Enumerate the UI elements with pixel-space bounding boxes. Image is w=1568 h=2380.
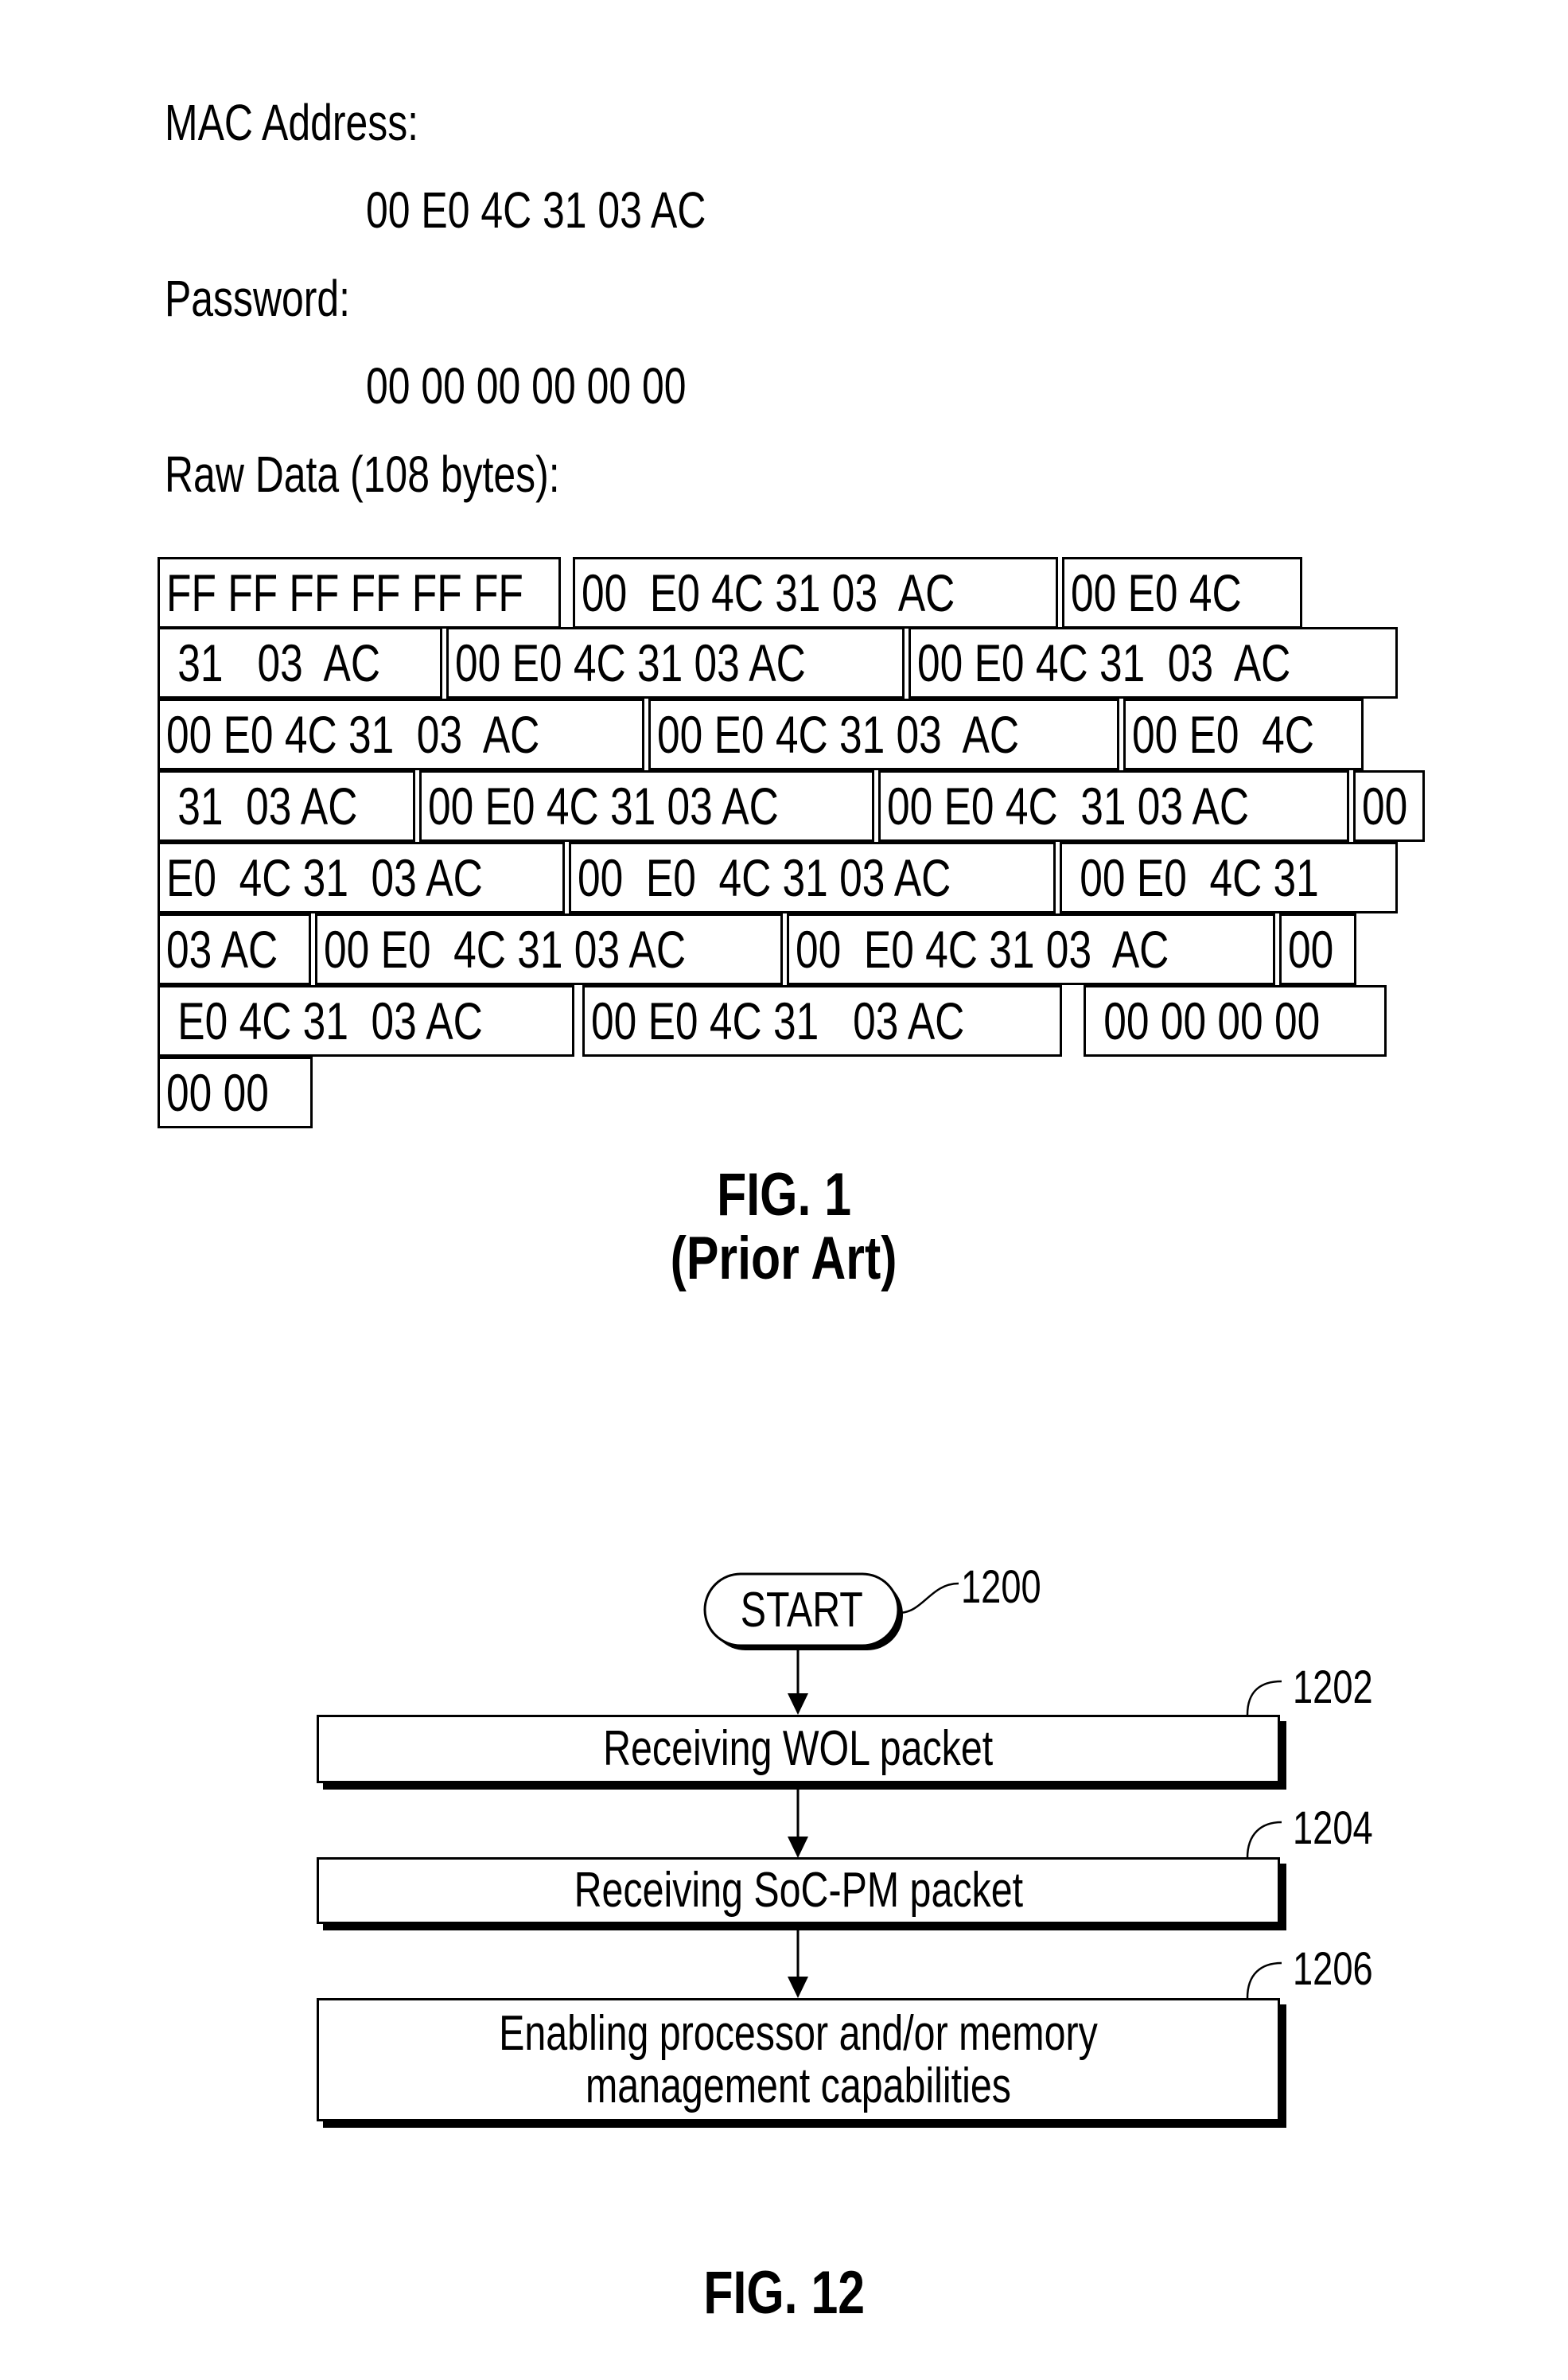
raw-data-segment: 00 [1279,913,1356,985]
arrowhead-icon [788,1693,808,1715]
raw-data-segment: 00 E0 4C 31 03 AC [909,627,1398,699]
raw-data-segment: 00 E0 4C 31 03 AC [582,985,1062,1057]
step-1206-label: Enabling processor and/or memory managem… [499,2006,1098,2113]
ref-label-1200: 1200 [961,1561,1041,1613]
mac-address-label: MAC Address: [165,94,419,151]
raw-data-segment: 00 E0 4C 31 03 AC [648,699,1119,770]
raw-data-segment: 00 E0 4C 31 03 AC [569,842,1056,913]
fig1-caption-title: FIG. 1 [717,1161,851,1229]
raw-data-segment: 00 E0 4C 31 03 AC [446,627,905,699]
arrowhead-icon [788,1977,808,1998]
raw-data-segment: E0 4C 31 03 AC [158,985,574,1057]
ref-leader-1200 [898,1582,959,1615]
raw-data-segment: 00 E0 4C 31 03 AC [158,699,644,770]
raw-data-label: Raw Data (108 bytes): [165,446,560,503]
raw-data-segment: 00 E0 4C 31 03 AC [315,913,783,985]
raw-data-segment: 00 E0 4C 31 03 AC [573,557,1058,629]
step-1204-box: Receiving SoC-PM packet [317,1857,1280,1924]
ref-leader-1202 [1246,1680,1282,1716]
raw-data-segment: 00 E0 4C 31 03 AC [878,770,1349,842]
raw-data-segment: 00 E0 4C 31 03 AC [419,770,874,842]
start-label: START [740,1582,863,1638]
fig1-caption: FIG. 1 (Prior Art) [0,1163,1568,1291]
raw-data-segment: 03 AC [158,913,311,985]
raw-data-segment: 00 00 [158,1057,313,1128]
raw-data-segment: 31 03 AC [158,627,442,699]
ref-label-1202: 1202 [1293,1661,1373,1713]
password-label: Password: [165,270,351,327]
fig1-caption-subtitle: (Prior Art) [671,1224,897,1292]
step-1206-box: Enabling processor and/or memory managem… [317,1998,1280,2121]
fig12-caption: FIG. 12 [0,2261,1568,2325]
start-terminal: START [705,1574,898,1646]
raw-data-segment: 00 E0 4C 31 [1060,842,1398,913]
password-value: 00 00 00 00 00 00 [366,357,687,415]
raw-data-segment: 00 E0 4C [1123,699,1364,770]
step-1202-box: Receiving WOL packet [317,1715,1280,1783]
ref-label-1206: 1206 [1293,1943,1373,1995]
ref-leader-1206 [1246,1961,1282,1999]
fig12-caption-title: FIG. 12 [703,2259,865,2327]
mac-address-value: 00 E0 4C 31 03 AC [366,181,706,239]
raw-data-segment: 00 [1353,770,1425,842]
raw-data-segment: 00 E0 4C 31 03 AC [787,913,1275,985]
raw-data-segment: 31 03 AC [158,770,415,842]
raw-data-segment: 00 00 00 00 [1084,985,1387,1057]
step-1204-label: Receiving SoC-PM packet [574,1863,1023,1918]
raw-data-segment: FF FF FF FF FF FF [158,557,561,629]
raw-data-segment: E0 4C 31 03 AC [158,842,565,913]
step-1202-label: Receiving WOL packet [603,1721,994,1777]
arrowhead-icon [788,1837,808,1858]
raw-data-segment: 00 E0 4C [1062,557,1302,629]
ref-label-1204: 1204 [1293,1802,1373,1854]
ref-leader-1204 [1246,1821,1282,1859]
